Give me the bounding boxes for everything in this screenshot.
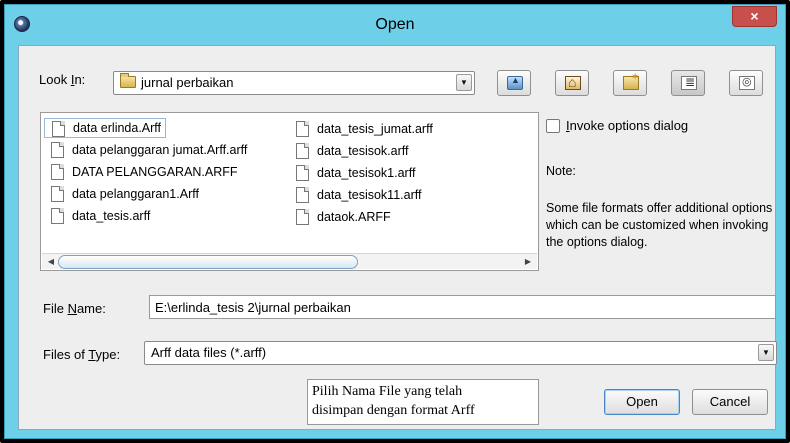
title-bar[interactable]: Open × bbox=[5, 5, 785, 45]
files-of-type-dropdown-arrow-icon[interactable]: ▼ bbox=[758, 344, 774, 361]
open-button[interactable]: Open bbox=[604, 389, 680, 415]
look-in-value: jurnal perbaikan bbox=[141, 75, 234, 90]
invoke-options-checkbox[interactable] bbox=[546, 119, 560, 133]
file-name-input[interactable] bbox=[150, 296, 775, 318]
file-item[interactable]: data pelanggaran jumat.Arff.arff bbox=[44, 140, 251, 160]
look-in-dropdown-arrow-icon[interactable]: ▼ bbox=[456, 74, 472, 91]
file-list[interactable]: data erlinda.Arff data pelanggaran jumat… bbox=[40, 112, 539, 271]
close-button[interactable]: × bbox=[732, 6, 777, 27]
file-item[interactable]: dataok.ARFF bbox=[289, 207, 395, 227]
file-icon bbox=[51, 142, 64, 158]
note-title: Note: bbox=[546, 164, 576, 178]
folder-up-icon bbox=[507, 75, 523, 90]
file-name-field-wrapper bbox=[149, 295, 776, 319]
scroll-right-icon[interactable]: ▶ bbox=[521, 256, 535, 268]
horizontal-scrollbar[interactable]: ◀ ▶ bbox=[42, 253, 537, 269]
file-item[interactable]: data_tesisok11.arff bbox=[289, 185, 425, 205]
create-new-folder-button[interactable] bbox=[613, 70, 647, 96]
file-icon bbox=[296, 187, 309, 203]
look-in-combobox[interactable]: jurnal perbaikan ▼ bbox=[113, 71, 475, 95]
files-of-type-combobox[interactable]: Arff data files (*.arff) ▼ bbox=[144, 341, 777, 365]
file-item[interactable]: data_tesisok1.arff bbox=[289, 163, 419, 183]
invoke-options-label[interactable]: Invoke options dialog bbox=[566, 118, 688, 133]
home-icon bbox=[565, 74, 581, 90]
file-item[interactable]: data_tesis_jumat.arff bbox=[289, 119, 437, 139]
file-item[interactable]: data erlinda.Arff bbox=[44, 118, 167, 138]
scroll-left-icon[interactable]: ◀ bbox=[44, 256, 58, 268]
note-text: Some file formats offer additional optio… bbox=[546, 201, 773, 249]
new-folder-icon bbox=[623, 72, 639, 90]
details-view-button[interactable] bbox=[729, 70, 763, 96]
file-item[interactable]: data pelanggaran1.Arff bbox=[44, 184, 203, 204]
open-dialog-window: Open × Look In: jurnal perbaikan ▼ ▲ ⌂ ✶… bbox=[0, 0, 790, 443]
caption-line-1: Pilih Nama File yang telah bbox=[312, 384, 463, 399]
file-icon bbox=[296, 165, 309, 181]
file-item[interactable]: data_tesisok.arff bbox=[289, 141, 413, 161]
scrollbar-thumb[interactable] bbox=[58, 255, 358, 269]
files-of-type-value: Arff data files (*.arff) bbox=[151, 345, 267, 360]
file-icon bbox=[296, 209, 309, 225]
list-view-icon bbox=[681, 75, 697, 90]
dialog-content: Look In: jurnal perbaikan ▼ dat bbox=[18, 45, 777, 430]
window-title: Open bbox=[375, 16, 415, 33]
details-view-icon bbox=[739, 75, 755, 90]
window-frame: Open × Look In: jurnal perbaikan ▼ ▲ ⌂ ✶… bbox=[4, 4, 786, 439]
annotation-caption: Pilih Nama File yang telah disimpan deng… bbox=[307, 379, 539, 425]
file-icon bbox=[52, 121, 65, 137]
up-one-level-button[interactable] bbox=[497, 70, 531, 96]
files-of-type-label: Files of Type: bbox=[43, 347, 121, 362]
cancel-button[interactable]: Cancel bbox=[692, 389, 768, 415]
list-view-button[interactable] bbox=[671, 70, 705, 96]
file-item[interactable]: data_tesis.arff bbox=[44, 206, 154, 226]
caption-line-2: disimpan dengan format Arff bbox=[312, 403, 475, 418]
look-in-label: Look In: bbox=[39, 72, 86, 87]
file-icon bbox=[51, 164, 64, 180]
file-icon bbox=[296, 143, 309, 159]
file-item[interactable]: DATA PELANGGARAN.ARFF bbox=[44, 162, 242, 182]
folder-icon bbox=[120, 73, 136, 88]
file-name-label: File Name: bbox=[43, 301, 106, 316]
home-button[interactable] bbox=[555, 70, 589, 96]
file-icon bbox=[296, 121, 309, 137]
file-icon bbox=[51, 186, 64, 202]
file-icon bbox=[51, 208, 64, 224]
